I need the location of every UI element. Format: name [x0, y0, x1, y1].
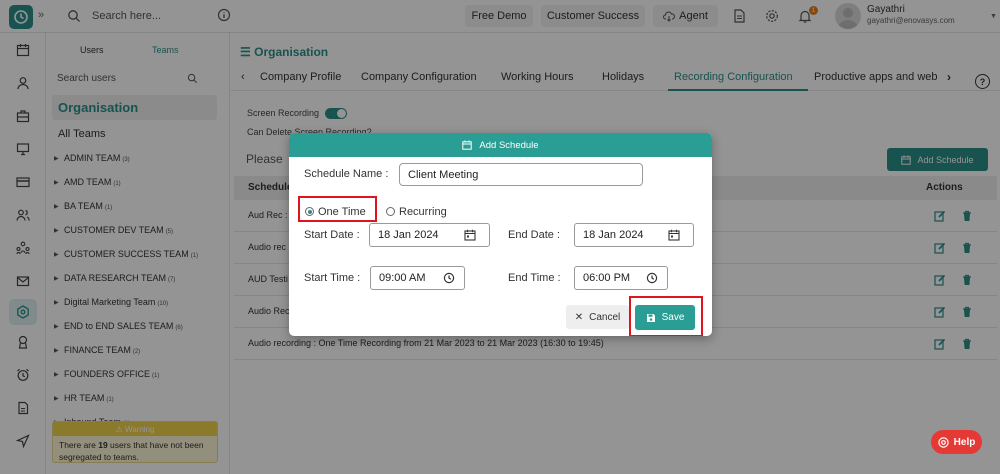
save-label: Save: [661, 312, 685, 323]
schedule-name-label: Schedule Name :: [304, 168, 389, 180]
start-date-label: Start Date :: [304, 229, 360, 241]
help-label: Help: [953, 436, 976, 448]
end-time-label: End Time :: [508, 272, 561, 284]
start-time-value: 09:00 AM: [379, 272, 426, 284]
start-date-input[interactable]: 18 Jan 2024: [369, 223, 490, 247]
recurring-label[interactable]: Recurring: [399, 206, 447, 218]
floppy-disk-icon: [646, 313, 655, 322]
start-time-label: Start Time :: [304, 272, 361, 284]
question-circle-icon: [937, 436, 949, 448]
end-time-value: 06:00 PM: [583, 272, 631, 284]
clock-icon[interactable]: [443, 272, 455, 284]
schedule-name-input[interactable]: [399, 163, 643, 186]
calendar-icon[interactable]: [464, 229, 476, 241]
calendar-icon[interactable]: [668, 229, 680, 241]
save-button[interactable]: Save: [635, 305, 695, 330]
one-time-label[interactable]: One Time: [318, 206, 366, 218]
modal-title: Add Schedule: [479, 139, 539, 151]
close-icon: ✕: [574, 311, 584, 323]
cancel-label: Cancel: [589, 311, 621, 323]
end-date-value: 18 Jan 2024: [583, 229, 644, 241]
start-date-value: 18 Jan 2024: [378, 229, 439, 241]
end-time-input[interactable]: 06:00 PM: [574, 266, 668, 290]
end-date-label: End Date :: [508, 229, 560, 241]
modal-header: Add Schedule: [289, 133, 712, 157]
help-button[interactable]: Help: [931, 430, 982, 454]
cancel-button[interactable]: ✕ Cancel: [566, 305, 629, 329]
calendar-icon: [462, 140, 473, 150]
one-time-radio[interactable]: [305, 207, 314, 216]
end-date-input[interactable]: 18 Jan 2024: [574, 223, 694, 247]
clock-icon[interactable]: [646, 272, 658, 284]
recurring-radio[interactable]: [386, 207, 395, 216]
start-time-input[interactable]: 09:00 AM: [370, 266, 465, 290]
add-schedule-modal: Add Schedule Schedule Name : One Time Re…: [289, 133, 712, 336]
